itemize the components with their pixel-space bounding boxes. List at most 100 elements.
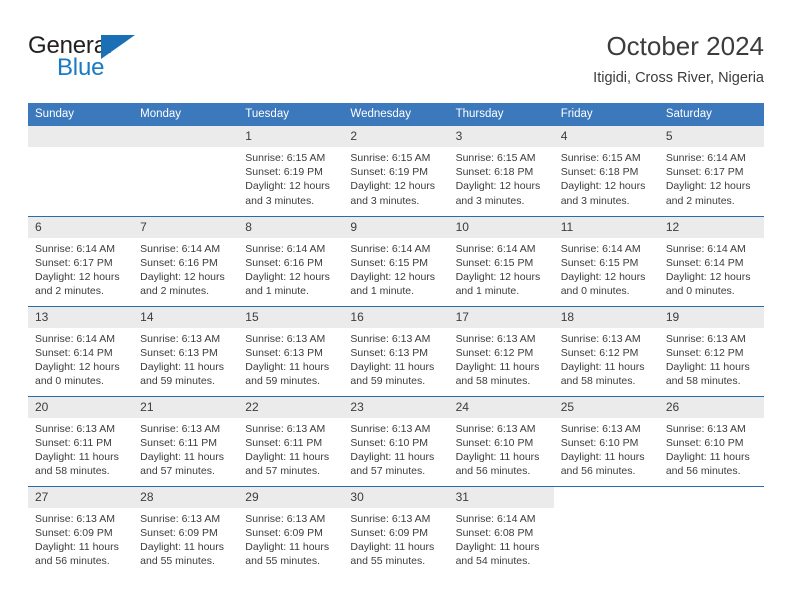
day-number: 10 <box>448 216 554 238</box>
day-number: 29 <box>238 486 344 508</box>
day-details: Sunrise: 6:13 AM Sunset: 6:12 PM Daylight:… <box>659 328 764 389</box>
daylight-text-line2: and 56 minutes. <box>455 465 531 478</box>
day-number: 30 <box>343 486 449 508</box>
calendar-cell-empty <box>28 126 134 216</box>
calendar-day-cell[interactable]: 15 Sunrise: 6:13 AM Sunset: 6:13 PM Dayligh… <box>238 305 344 396</box>
daylight-text-line2: and 3 minutes. <box>560 194 630 207</box>
day-details: Sunrise: 6:13 AM Sunset: 6:09 PM Daylight:… <box>133 508 238 569</box>
calendar-day-cell[interactable]: 6 Sunrise: 6:14 AM Sunset: 6:17 PM Daylight… <box>28 215 134 306</box>
day-number: 26 <box>658 396 764 418</box>
daylight-text-line2: and 0 minutes. <box>665 285 735 298</box>
calendar-page: General Blue October 2024 Itigidi, Cross… <box>0 0 792 612</box>
day-details: Sunrise: 6:13 AM Sunset: 6:12 PM Daylight:… <box>554 328 659 389</box>
sunrise-text: Sunrise: 6:14 AM <box>455 512 536 525</box>
page-subtitle: Itigidi, Cross River, Nigeria <box>593 70 764 86</box>
day-number: 13 <box>28 306 134 328</box>
calendar-day-cell[interactable]: 19 Sunrise: 6:13 AM Sunset: 6:12 PM Dayligh… <box>658 305 764 396</box>
day-number: 12 <box>658 216 764 238</box>
calendar-day-cell[interactable]: 30 Sunrise: 6:13 AM Sunset: 6:09 PM Dayligh… <box>343 485 449 576</box>
calendar-day-cell[interactable]: 18 Sunrise: 6:13 AM Sunset: 6:12 PM Dayligh… <box>553 305 659 396</box>
day-number: 31 <box>448 486 554 508</box>
calendar-day-cell[interactable]: 20 Sunrise: 6:13 AM Sunset: 6:11 PM Dayligh… <box>28 395 134 486</box>
weekday-header-tuesday: Tuesday <box>238 103 344 126</box>
blue-triangle-icon <box>101 35 135 59</box>
calendar-day-cell[interactable]: 23 Sunrise: 6:13 AM Sunset: 6:10 PM Dayligh… <box>343 395 449 486</box>
sunset-text: Sunset: 6:14 PM <box>35 346 113 359</box>
day-details: Sunrise: 6:13 AM Sunset: 6:12 PM Daylight:… <box>449 328 554 389</box>
daylight-text-line2: and 56 minutes. <box>35 555 110 568</box>
calendar-day-cell[interactable]: 7 Sunrise: 6:14 AM Sunset: 6:16 PM Daylight… <box>133 215 239 306</box>
sunrise-text: Sunrise: 6:14 AM <box>665 152 746 164</box>
weekday-header-monday: Monday <box>133 103 239 126</box>
daylight-text-line2: and 55 minutes. <box>245 555 320 568</box>
daylight-text-line2: and 57 minutes. <box>245 465 320 478</box>
calendar-day-cell[interactable]: 10 Sunrise: 6:14 AM Sunset: 6:15 PM Dayligh… <box>448 215 554 306</box>
calendar-day-cell[interactable]: 12 Sunrise: 6:14 AM Sunset: 6:14 PM Dayligh… <box>658 215 764 306</box>
daylight-text-line2: and 3 minutes. <box>245 194 315 207</box>
day-number: 4 <box>553 126 659 147</box>
sunset-text: Sunset: 6:17 PM <box>35 256 113 269</box>
sunset-text: Sunset: 6:10 PM <box>665 436 744 449</box>
day-details: Sunrise: 6:13 AM Sunset: 6:13 PM Daylight:… <box>238 328 343 389</box>
daylight-text-line2: and 58 minutes. <box>560 375 636 388</box>
sunrise-text: Sunrise: 6:13 AM <box>245 512 326 525</box>
weekday-header-thursday: Thursday <box>448 103 554 126</box>
calendar-day-cell[interactable]: 11 Sunrise: 6:14 AM Sunset: 6:15 PM Dayligh… <box>553 215 659 306</box>
sunset-text: Sunset: 6:09 PM <box>140 526 218 539</box>
calendar-day-cell[interactable]: 24 Sunrise: 6:13 AM Sunset: 6:10 PM Dayligh… <box>448 395 554 486</box>
calendar-day-cell[interactable]: 3 Sunrise: 6:15 AM Sunset: 6:18 PM Daylight… <box>448 126 554 216</box>
day-details: Sunrise: 6:14 AM Sunset: 6:17 PM Daylight:… <box>28 238 133 299</box>
calendar-day-cell[interactable]: 2 Sunrise: 6:15 AM Sunset: 6:19 PM Daylight… <box>343 126 449 216</box>
calendar-day-cell[interactable]: 17 Sunrise: 6:13 AM Sunset: 6:12 PM Dayligh… <box>448 305 554 396</box>
calendar-day-cell[interactable]: 28 Sunrise: 6:13 AM Sunset: 6:09 PM Dayligh… <box>133 485 239 576</box>
calendar-day-cell[interactable]: 14 Sunrise: 6:13 AM Sunset: 6:13 PM Dayligh… <box>133 305 239 396</box>
sunrise-text: Sunrise: 6:13 AM <box>455 332 536 345</box>
sunset-text: Sunset: 6:16 PM <box>245 256 323 269</box>
brand-logo[interactable]: General Blue <box>28 30 148 88</box>
day-number: 5 <box>658 126 764 147</box>
calendar-day-cell[interactable]: 22 Sunrise: 6:13 AM Sunset: 6:11 PM Dayligh… <box>238 395 344 486</box>
sunrise-text: Sunrise: 6:14 AM <box>35 332 115 345</box>
day-details: Sunrise: 6:14 AM Sunset: 6:17 PM Daylight:… <box>659 147 764 208</box>
daylight-text-line1: Daylight: 11 hours <box>140 540 224 553</box>
calendar-day-cell[interactable]: 9 Sunrise: 6:14 AM Sunset: 6:15 PM Daylight… <box>343 215 449 306</box>
calendar-day-cell[interactable]: 16 Sunrise: 6:13 AM Sunset: 6:13 PM Dayligh… <box>343 305 449 396</box>
calendar-day-cell[interactable]: 1 Sunrise: 6:15 AM Sunset: 6:19 PM Daylight… <box>238 126 344 216</box>
daylight-text-line1: Daylight: 11 hours <box>560 450 645 463</box>
calendar-day-cell[interactable]: 27 Sunrise: 6:13 AM Sunset: 6:09 PM Dayligh… <box>28 485 134 576</box>
sunset-text: Sunset: 6:08 PM <box>455 526 534 539</box>
calendar-day-cell[interactable]: 5 Sunrise: 6:14 AM Sunset: 6:17 PM Daylight… <box>658 126 764 216</box>
day-details: Sunrise: 6:14 AM Sunset: 6:15 PM Daylight:… <box>449 238 554 299</box>
day-number: 28 <box>133 486 239 508</box>
calendar-day-cell[interactable]: 29 Sunrise: 6:13 AM Sunset: 6:09 PM Dayligh… <box>238 485 344 576</box>
day-details: Sunrise: 6:15 AM Sunset: 6:18 PM Daylight:… <box>554 147 659 208</box>
day-number <box>658 486 764 508</box>
calendar-day-cell[interactable]: 8 Sunrise: 6:14 AM Sunset: 6:16 PM Daylight… <box>238 215 344 306</box>
sunset-text: Sunset: 6:18 PM <box>560 166 639 179</box>
sunset-text: Sunset: 6:09 PM <box>245 526 323 539</box>
day-details: Sunrise: 6:15 AM Sunset: 6:19 PM Daylight:… <box>343 147 448 208</box>
sunrise-text: Sunrise: 6:13 AM <box>350 512 431 525</box>
sunrise-text: Sunrise: 6:13 AM <box>350 422 431 435</box>
daylight-text-line1: Daylight: 12 hours <box>665 180 751 193</box>
sunset-text: Sunset: 6:12 PM <box>455 346 534 359</box>
calendar-day-cell[interactable]: 4 Sunrise: 6:15 AM Sunset: 6:18 PM Daylight… <box>553 126 659 216</box>
calendar-day-cell[interactable]: 25 Sunrise: 6:13 AM Sunset: 6:10 PM Dayligh… <box>553 395 659 486</box>
daylight-text-line2: and 1 minute. <box>350 285 415 298</box>
calendar-day-cell[interactable]: 31 Sunrise: 6:14 AM Sunset: 6:08 PM Dayligh… <box>448 485 554 576</box>
daylight-text-line1: Daylight: 11 hours <box>455 540 540 553</box>
day-details: Sunrise: 6:14 AM Sunset: 6:15 PM Daylight:… <box>554 238 659 299</box>
daylight-text-line1: Daylight: 11 hours <box>245 540 330 553</box>
calendar-day-cell[interactable]: 26 Sunrise: 6:13 AM Sunset: 6:10 PM Dayligh… <box>658 395 764 486</box>
sunrise-text: Sunrise: 6:13 AM <box>665 332 746 345</box>
day-details: Sunrise: 6:13 AM Sunset: 6:11 PM Daylight:… <box>238 418 343 479</box>
calendar-day-cell[interactable]: 13 Sunrise: 6:14 AM Sunset: 6:14 PM Dayligh… <box>28 305 134 396</box>
daylight-text-line1: Daylight: 11 hours <box>350 360 435 373</box>
daylight-text-line2: and 57 minutes. <box>350 465 426 478</box>
daylight-text-line1: Daylight: 11 hours <box>140 360 224 373</box>
daylight-text-line2: and 59 minutes. <box>245 375 320 388</box>
calendar-day-cell[interactable]: 21 Sunrise: 6:13 AM Sunset: 6:11 PM Dayligh… <box>133 395 239 486</box>
day-details: Sunrise: 6:13 AM Sunset: 6:13 PM Daylight:… <box>133 328 238 389</box>
daylight-text-line2: and 3 minutes. <box>455 194 525 207</box>
sunset-text: Sunset: 6:16 PM <box>140 256 218 269</box>
